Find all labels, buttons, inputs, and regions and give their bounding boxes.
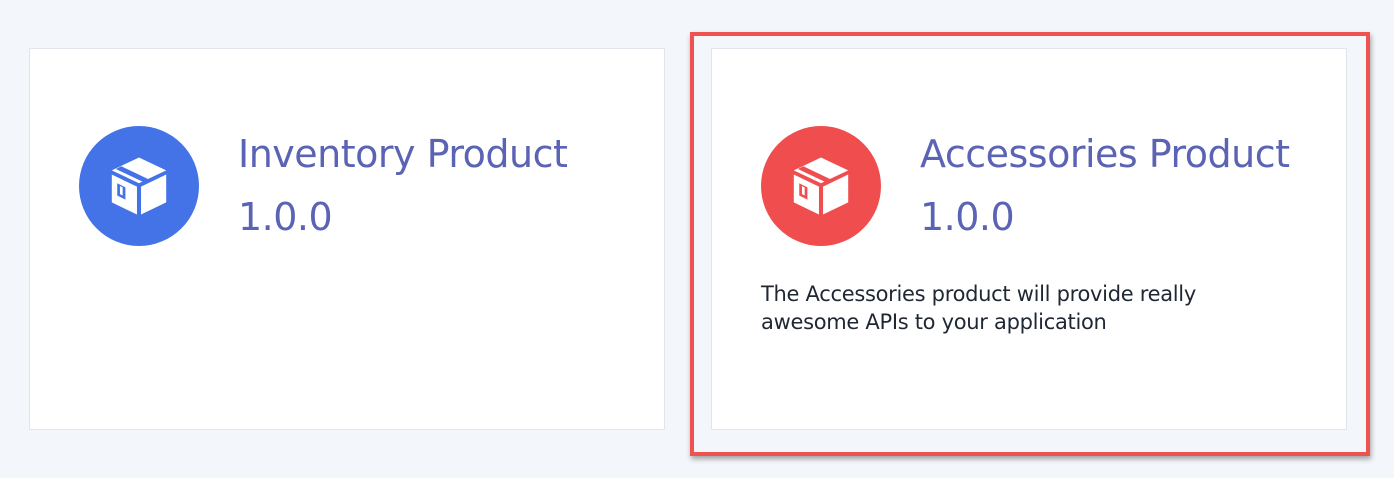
product-card-inventory[interactable]: Inventory Product 1.0.0 [29, 48, 665, 430]
product-version: 1.0.0 [238, 195, 333, 239]
product-title[interactable]: Accessories Product [920, 129, 1290, 179]
package-icon-glyph [793, 157, 849, 215]
product-title[interactable]: Inventory Product [238, 129, 568, 179]
package-icon [761, 126, 881, 246]
package-icon-glyph [111, 157, 167, 215]
product-version: 1.0.0 [920, 195, 1015, 239]
product-card-accessories[interactable]: Accessories Product 1.0.0 The Accessorie… [711, 48, 1347, 430]
package-icon [79, 126, 199, 246]
product-description: The Accessories product will provide rea… [761, 282, 1196, 334]
